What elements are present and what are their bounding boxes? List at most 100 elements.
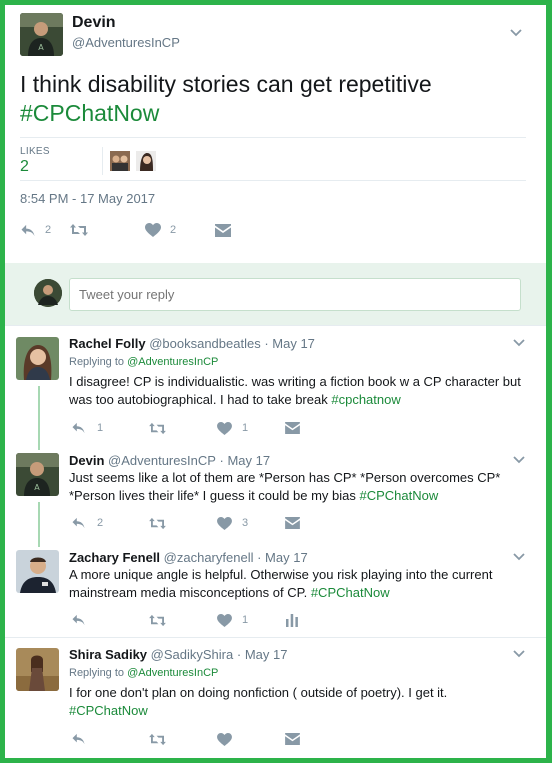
dm-button[interactable]	[285, 517, 300, 529]
hashtag-link[interactable]: #CPChatNow	[311, 585, 390, 600]
svg-text:A: A	[38, 43, 44, 52]
retweet-button[interactable]	[149, 733, 217, 746]
like-button[interactable]: 3	[217, 517, 285, 530]
reply-author: Rachel Folly @booksandbeatles · May 17	[69, 336, 315, 351]
reply-icon	[71, 517, 86, 529]
reply-date[interactable]: May 17	[272, 336, 315, 351]
chevron-down-icon[interactable]	[513, 553, 523, 563]
chevron-down-icon[interactable]	[510, 29, 520, 39]
dm-button[interactable]	[285, 422, 300, 434]
hashtag-link[interactable]: #CPChatNow	[69, 703, 148, 718]
author-handle[interactable]: @zacharyfenell	[164, 550, 254, 565]
chevron-down-icon[interactable]	[513, 456, 523, 466]
author-name[interactable]: Devin	[69, 453, 104, 468]
reply-date[interactable]: May 17	[245, 647, 288, 662]
chevron-down-icon[interactable]	[513, 650, 523, 660]
reply-button[interactable]	[71, 614, 149, 626]
retweet-button[interactable]	[70, 223, 145, 237]
reply-text: I for one don't plan on doing nonfiction…	[69, 685, 448, 718]
heart-icon	[145, 223, 161, 237]
tweet-body: I think disability stories can get repet…	[20, 71, 432, 97]
avatar[interactable]: A	[16, 453, 59, 496]
reply-button[interactable]	[71, 733, 149, 745]
like-count: 1	[242, 422, 249, 434]
hashtag-link[interactable]: #CPChatNow	[20, 100, 159, 126]
reply-author: Shira Sadiky @SadikyShira · May 17	[69, 647, 288, 662]
avatar[interactable]: A	[20, 13, 63, 56]
reply-count: 1	[97, 422, 104, 434]
envelope-icon	[215, 224, 231, 237]
author-handle[interactable]: @AdventuresInCP	[108, 453, 216, 468]
heart-icon	[217, 422, 232, 435]
liker-avatar[interactable]	[136, 151, 156, 171]
reply-date[interactable]: May 17	[227, 453, 270, 468]
author-handle[interactable]: @booksandbeatles	[149, 336, 261, 351]
reply-button[interactable]: 2	[71, 517, 149, 529]
tweet-actions: 2 3	[71, 514, 300, 532]
avatar[interactable]	[16, 648, 59, 691]
tweet-actions: 1 1	[71, 419, 300, 437]
heart-icon	[217, 733, 232, 746]
reply-text: A more unique angle is helpful. Otherwis…	[69, 567, 493, 600]
author-handle[interactable]: @AdventuresInCP	[72, 35, 180, 50]
reply-date[interactable]: May 17	[265, 550, 308, 565]
likes-row: LIKES 2	[20, 137, 526, 181]
svg-text:A: A	[34, 483, 40, 492]
divider	[102, 147, 103, 175]
retweet-icon	[149, 614, 166, 627]
reply-author: Devin @AdventuresInCP · May 17	[69, 453, 271, 468]
like-button[interactable]	[217, 733, 285, 746]
liker-avatar[interactable]	[110, 151, 130, 171]
replying-to: Replying to @AdventuresInCP	[69, 667, 219, 679]
reply-icon	[71, 422, 86, 434]
mention-link[interactable]: @AdventuresInCP	[127, 667, 218, 679]
author-name[interactable]: Shira Sadiky	[69, 647, 147, 662]
tweet-timestamp[interactable]: 8:54 PM - 17 May 2017	[20, 191, 155, 206]
replying-to: Replying to @AdventuresInCP	[69, 356, 219, 368]
envelope-icon	[285, 422, 300, 434]
thread-line	[38, 386, 40, 450]
reply-count: 2	[97, 517, 104, 529]
retweet-icon	[149, 422, 166, 435]
chevron-down-icon[interactable]	[513, 339, 523, 349]
dm-button[interactable]	[215, 224, 231, 237]
avatar[interactable]	[16, 337, 59, 380]
author-handle[interactable]: @SadikyShira	[151, 647, 234, 662]
likes-label: LIKES	[20, 146, 50, 157]
avatar[interactable]	[16, 550, 59, 593]
like-button[interactable]: 2	[145, 223, 215, 237]
reply-input[interactable]	[69, 278, 521, 311]
tweet-actions: 1	[71, 611, 299, 629]
tweet-actions	[71, 730, 300, 748]
tweet-actions: 2 2	[20, 221, 231, 239]
like-count: 2	[170, 224, 177, 236]
retweet-icon	[149, 517, 166, 530]
hashtag-link[interactable]: #cpchatnow	[331, 392, 400, 407]
dm-button[interactable]	[285, 733, 300, 745]
likes-count[interactable]: 2	[20, 158, 29, 176]
author-name[interactable]: Devin	[72, 14, 116, 32]
divider	[5, 637, 546, 638]
mention-link[interactable]: @AdventuresInCP	[127, 356, 218, 368]
analytics-button[interactable]	[285, 613, 299, 627]
reply-text: Just seems like a lot of them are *Perso…	[69, 470, 501, 503]
analytics-icon	[285, 613, 299, 627]
like-button[interactable]: 1	[217, 614, 285, 627]
retweet-button[interactable]	[149, 517, 217, 530]
heart-icon	[217, 614, 232, 627]
reply-button[interactable]: 1	[71, 422, 149, 434]
envelope-icon	[285, 517, 300, 529]
author-name[interactable]: Rachel Folly	[69, 336, 146, 351]
envelope-icon	[285, 733, 300, 745]
reply-count: 2	[45, 224, 52, 236]
thread-line	[38, 502, 40, 547]
tweet-frame: A Devin @AdventuresInCP I think disabili…	[5, 5, 546, 758]
hashtag-link[interactable]: #CPChatNow	[359, 488, 438, 503]
retweet-button[interactable]	[149, 614, 217, 627]
heart-icon	[217, 517, 232, 530]
author-name[interactable]: Zachary Fenell	[69, 550, 160, 565]
retweet-button[interactable]	[149, 422, 217, 435]
reply-icon	[71, 733, 86, 745]
like-button[interactable]: 1	[217, 422, 285, 435]
reply-button[interactable]: 2	[20, 224, 70, 237]
